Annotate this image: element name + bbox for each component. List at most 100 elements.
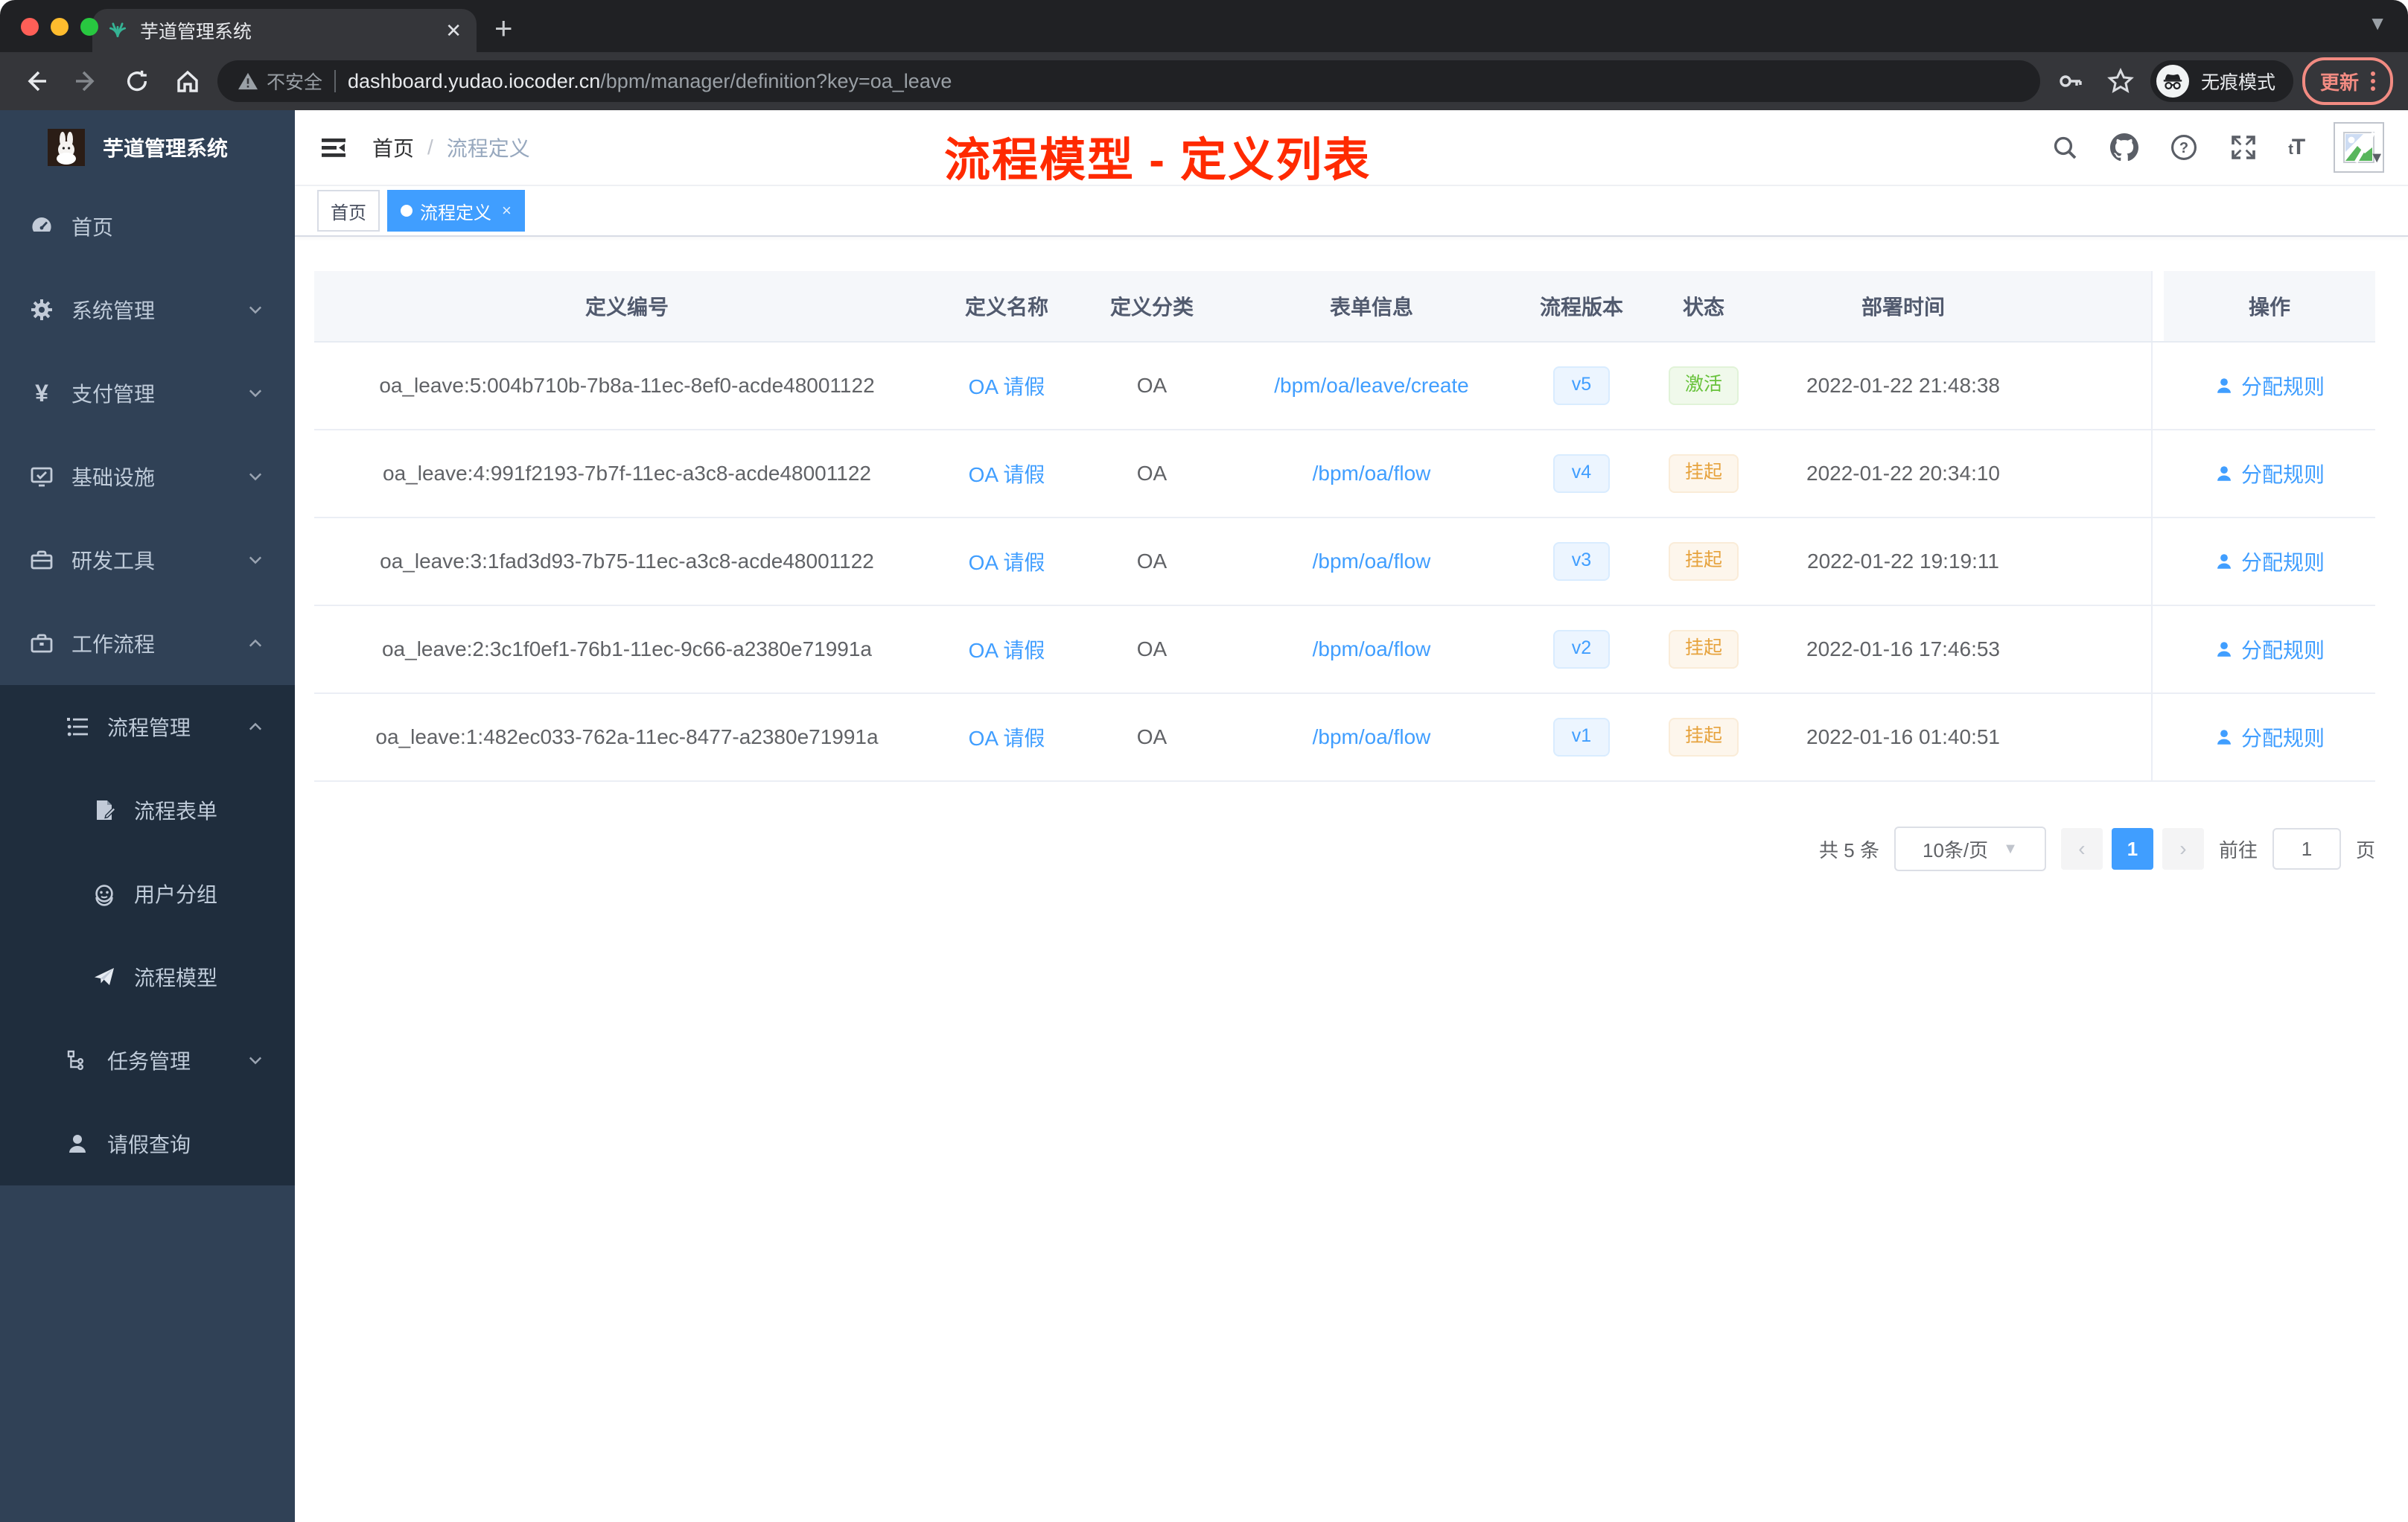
- page-size-select[interactable]: 10条/页 ▼: [1893, 827, 2046, 871]
- fullscreen-icon[interactable]: [2229, 133, 2258, 162]
- security-label: 不安全: [267, 72, 323, 93]
- next-page-button[interactable]: ›: [2162, 828, 2204, 870]
- github-icon[interactable]: [2109, 133, 2139, 162]
- definition-name-link[interactable]: OA 请假: [969, 639, 1045, 662]
- tag-process-definition[interactable]: 流程定义 ×: [387, 190, 525, 232]
- sidebar-item-workflow[interactable]: 工作流程: [0, 602, 295, 685]
- sidebar-item-home[interactable]: 首页: [0, 185, 295, 268]
- assign-rule-link[interactable]: 分配规则: [2214, 371, 2325, 401]
- bookmark-star-icon[interactable]: [2100, 60, 2141, 102]
- new-tab-button[interactable]: +: [494, 10, 513, 46]
- assign-rule-link[interactable]: 分配规则: [2214, 634, 2325, 664]
- goto-page-input[interactable]: 1: [2272, 828, 2341, 870]
- definition-name-link[interactable]: OA 请假: [969, 375, 1045, 398]
- chevron-down-icon: [249, 470, 262, 483]
- cell-category: OA: [1074, 693, 1230, 782]
- tag-home[interactable]: 首页: [317, 190, 380, 232]
- form-info-link[interactable]: /bpm/oa/flow: [1313, 637, 1431, 660]
- definition-name-link[interactable]: OA 请假: [969, 463, 1045, 486]
- pager: ‹ 1 ›: [2060, 828, 2204, 870]
- sidebar-item-task-management[interactable]: 任务管理: [0, 1019, 295, 1102]
- status-badge: 挂起: [1668, 718, 1739, 757]
- current-page-button[interactable]: 1: [2111, 828, 2153, 870]
- cell-status: 挂起: [1650, 605, 1757, 694]
- url-host: dashboard.yudao.iocoder.cn: [348, 69, 601, 92]
- yen-icon: ¥: [35, 379, 48, 407]
- active-dot-icon: [401, 205, 413, 217]
- col-definition-category: 定义分类: [1074, 271, 1230, 343]
- version-badge: v5: [1553, 366, 1610, 405]
- definition-name-link[interactable]: OA 请假: [969, 551, 1045, 574]
- pagination-total: 共 5 条: [1819, 838, 1879, 862]
- chevron-up-icon: [249, 720, 262, 733]
- sidebar-item-label: 支付管理: [71, 383, 156, 406]
- sidebar-item-payment[interactable]: ¥ 支付管理: [0, 351, 295, 435]
- tab-close-icon[interactable]: ✕: [445, 19, 462, 42]
- status-badge: 激活: [1668, 366, 1739, 405]
- form-info-link[interactable]: /bpm/oa/flow: [1313, 462, 1431, 485]
- url-bar[interactable]: 不安全 dashboard.yudao.iocoder.cn/bpm/manag…: [217, 60, 2040, 102]
- assign-rule-link[interactable]: 分配规则: [2214, 459, 2325, 488]
- sidebar-item-process-management[interactable]: 流程管理: [0, 685, 295, 768]
- search-icon[interactable]: [2050, 133, 2080, 162]
- user-icon: [2217, 554, 2231, 569]
- sidebar-item-process-model[interactable]: 流程模型: [0, 935, 295, 1019]
- user-icon: [66, 1132, 89, 1156]
- assign-rule-link[interactable]: 分配规则: [2214, 722, 2325, 752]
- page-url[interactable]: dashboard.yudao.iocoder.cn/bpm/manager/d…: [348, 70, 952, 93]
- browser-menu-icon[interactable]: [2371, 71, 2375, 91]
- zoom-window-button[interactable]: [80, 18, 98, 36]
- avatar-caret-down-icon[interactable]: ▼: [2369, 150, 2384, 167]
- assign-rule-link[interactable]: 分配规则: [2214, 547, 2325, 576]
- gear-icon: [30, 298, 54, 322]
- browser-tab[interactable]: 芋道管理系统 ✕: [92, 9, 477, 52]
- col-status: 状态: [1650, 271, 1757, 343]
- security-chip[interactable]: 不安全: [238, 68, 322, 95]
- forward-icon[interactable]: [66, 60, 107, 102]
- warning-icon: [238, 72, 258, 90]
- cell-definition-id: oa_leave:3:1fad3d93-7b75-11ec-a3c8-acde4…: [314, 518, 940, 606]
- cell-definition-name: OA 请假: [940, 430, 1074, 518]
- sidebar-item-user-group[interactable]: 用户分组: [0, 852, 295, 935]
- sidebar-item-infrastructure[interactable]: 基础设施: [0, 435, 295, 518]
- sidebar-item-dev-tools[interactable]: 研发工具: [0, 518, 295, 602]
- table-header-row: 定义编号 定义名称 定义分类 表单信息 流程版本 状态 部署时间 操作: [314, 271, 2375, 343]
- password-key-icon[interactable]: [2049, 60, 2091, 102]
- form-info-link[interactable]: /bpm/oa/leave/create: [1274, 374, 1469, 397]
- font-size-icon[interactable]: tT: [2288, 135, 2305, 160]
- form-info-link[interactable]: /bpm/oa/flow: [1313, 725, 1431, 748]
- chrome-update-button[interactable]: 更新: [2302, 57, 2393, 105]
- user-avatar-group[interactable]: ▼: [2334, 122, 2385, 173]
- sidebar-item-process-form[interactable]: 流程表单: [0, 768, 295, 852]
- incognito-badge[interactable]: 无痕模式: [2150, 60, 2293, 102]
- back-icon[interactable]: [15, 60, 57, 102]
- robot-face-icon: [92, 882, 116, 906]
- hamburger-icon[interactable]: [319, 133, 348, 162]
- tab-search-chevron-icon[interactable]: ▼: [2368, 12, 2387, 35]
- cell-definition-id: oa_leave:4:991f2193-7b7f-11ec-a3c8-acde4…: [314, 430, 940, 518]
- macos-traffic-lights[interactable]: [21, 18, 98, 36]
- breadcrumb-home[interactable]: 首页: [372, 133, 414, 162]
- cell-definition-name: OA 请假: [940, 342, 1074, 430]
- tutorial-annotation: 流程模型 - 定义列表: [944, 135, 1372, 186]
- goto-label: 前往: [2218, 838, 2258, 862]
- help-icon[interactable]: ?: [2169, 133, 2199, 162]
- form-info-link[interactable]: /bpm/oa/flow: [1313, 550, 1431, 573]
- chevron-down-icon: [249, 553, 262, 567]
- sidebar: 芋道管理系统 首页 系统管理 ¥ 支付管理 基础设施 研发工具 工作流程 流程管…: [0, 110, 295, 1522]
- definition-name-link[interactable]: OA 请假: [969, 727, 1045, 750]
- minimize-window-button[interactable]: [51, 18, 69, 36]
- sidebar-item-leave-query[interactable]: 请假查询: [0, 1102, 295, 1185]
- tag-close-icon[interactable]: ×: [502, 201, 512, 220]
- incognito-icon: [2156, 65, 2189, 98]
- app-logo-row[interactable]: 芋道管理系统: [0, 110, 295, 185]
- reload-icon[interactable]: [116, 60, 158, 102]
- sidebar-item-system[interactable]: 系统管理: [0, 268, 295, 351]
- cell-form-info: /bpm/oa/leave/create: [1230, 342, 1513, 430]
- close-window-button[interactable]: [21, 18, 39, 36]
- home-icon[interactable]: [167, 60, 208, 102]
- prev-page-button[interactable]: ‹: [2060, 828, 2103, 870]
- url-path: /bpm/manager/definition?key=oa_leave: [600, 69, 952, 92]
- document-edit-icon: [92, 798, 116, 822]
- sidebar-item-label: 用户分组: [134, 883, 218, 906]
